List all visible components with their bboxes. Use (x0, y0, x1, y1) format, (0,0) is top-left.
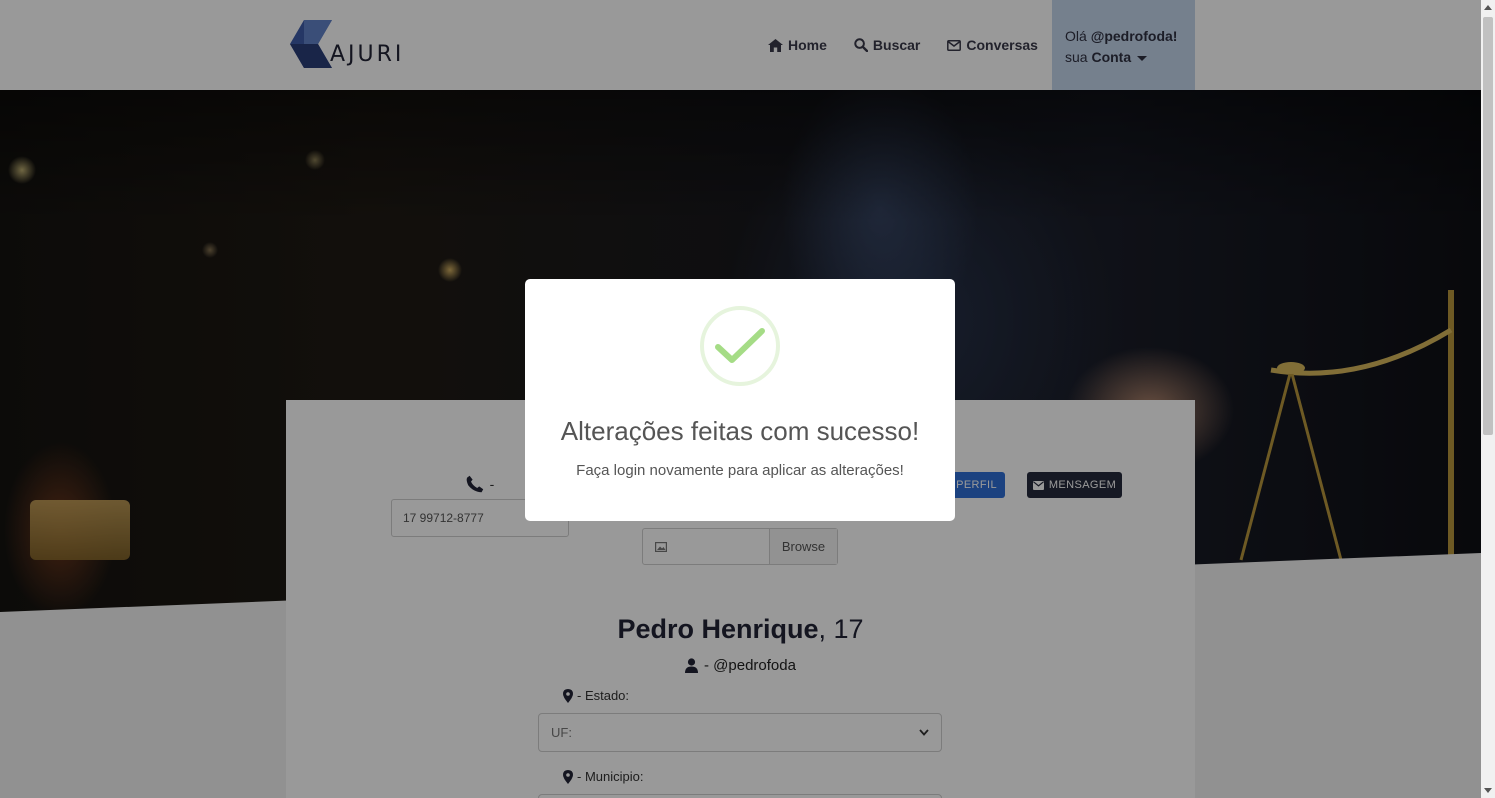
page-scrollbar[interactable] (1481, 0, 1495, 798)
success-check-icon (700, 306, 780, 386)
scrollbar-thumb[interactable] (1483, 17, 1493, 435)
scroll-down-arrow-icon[interactable] (1484, 788, 1492, 793)
success-dialog: Alterações feitas com sucesso! Faça logi… (525, 279, 955, 521)
dialog-title: Alterações feitas com sucesso! (560, 416, 920, 446)
dialog-message: Faça login novamente para aplicar as alt… (576, 462, 904, 479)
scroll-up-arrow-icon[interactable] (1484, 5, 1492, 10)
